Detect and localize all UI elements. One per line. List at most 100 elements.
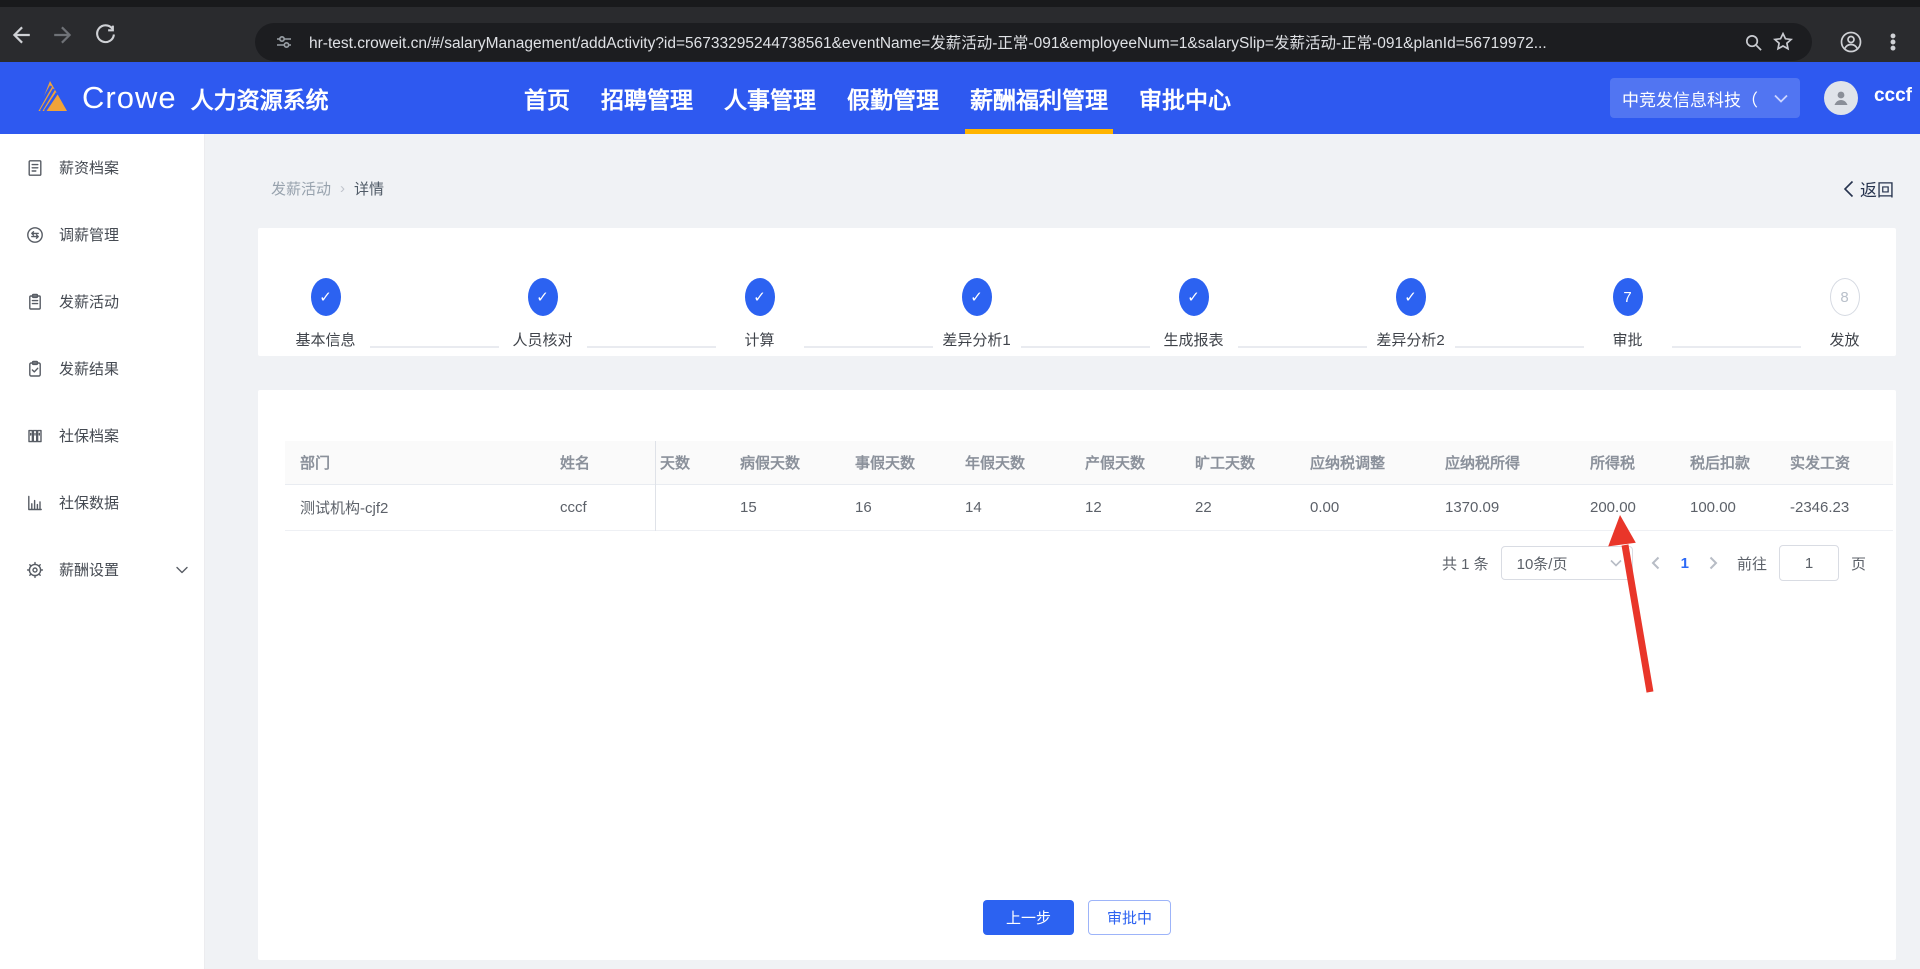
prev-step-button[interactable]: 上一步 bbox=[982, 900, 1074, 935]
back-button[interactable]: 返回 bbox=[1843, 176, 1894, 201]
url-text[interactable]: hr-test.croweit.cn/#/salaryManagement/ad… bbox=[309, 31, 1728, 53]
cell-maternity-leave-days: 12 bbox=[1070, 485, 1180, 531]
fixed-column-shadow bbox=[655, 441, 656, 531]
sidebar-item-salary-settings[interactable]: 薪酬设置 bbox=[0, 536, 204, 603]
bookmark-star-icon[interactable] bbox=[1768, 27, 1798, 57]
browser-chrome: hr-test.croweit.cn/#/salaryManagement/ad… bbox=[0, 0, 1920, 62]
cell-department: 测试机构-cjf2 bbox=[285, 485, 545, 531]
zoom-icon[interactable] bbox=[1738, 27, 1768, 57]
cell-net-salary: -2346.23 bbox=[1775, 485, 1893, 531]
step-check-icon: ✓ bbox=[527, 278, 558, 316]
step-basic-info[interactable]: ✓ 基本信息 bbox=[258, 278, 499, 350]
sidebar-item-label: 发薪活动 bbox=[59, 294, 120, 311]
nav-salary-benefits[interactable]: 薪酬福利管理 bbox=[965, 62, 1113, 134]
crowe-logo-icon bbox=[28, 79, 70, 118]
app-header: Crowe 人力资源系统 首页 招聘管理 人事管理 假勤管理 薪酬福利管理 审批… bbox=[0, 62, 1920, 134]
screen: hr-test.croweit.cn/#/salaryManagement/ad… bbox=[0, 0, 1920, 969]
page-size-select[interactable]: 10条/页 bbox=[1500, 546, 1633, 580]
salary-adjust-icon bbox=[27, 226, 43, 243]
tab-strip bbox=[0, 0, 1920, 7]
step-check-icon: ✓ bbox=[744, 278, 775, 316]
browser-back-icon[interactable] bbox=[0, 14, 42, 56]
main-nav: 首页 招聘管理 人事管理 假勤管理 薪酬福利管理 审批中心 bbox=[524, 62, 1231, 134]
next-page-icon[interactable] bbox=[1703, 552, 1725, 574]
table-header-cell: 税后扣款 bbox=[1675, 441, 1775, 485]
username: cccf bbox=[1873, 85, 1912, 106]
footer-actions: 上一步 审批中 bbox=[258, 900, 1896, 935]
sidebar-item-salary-archive[interactable]: 薪资档案 bbox=[0, 134, 204, 201]
app-logo: Crowe 人力资源系统 bbox=[28, 62, 329, 134]
sidebar-item-payroll-activity[interactable]: 发薪活动 bbox=[0, 268, 204, 335]
nav-approval-center[interactable]: 审批中心 bbox=[1139, 62, 1231, 134]
stepper-card: ✓ 基本信息 ✓ 人员核对 ✓ 计算 ✓ 差异分析1 ✓ 生成报表 ✓ 差异分析… bbox=[258, 228, 1896, 356]
table-card: 部门 姓名 天数 病假天数 事假天数 年假天数 产假天数 旷工天数 应纳税调整 … bbox=[258, 390, 1896, 960]
chevron-down-icon bbox=[176, 566, 188, 573]
cell-name: cccf bbox=[545, 485, 645, 531]
step-check-icon: ✓ bbox=[1178, 278, 1209, 316]
cell-days bbox=[645, 485, 725, 531]
goto-page-input[interactable] bbox=[1778, 545, 1839, 581]
browser-controls bbox=[1830, 23, 1914, 61]
table-row: 测试机构-cjf2 cccf 15 16 14 12 22 0.00 1370.… bbox=[285, 485, 1893, 531]
browser-menu-icon[interactable] bbox=[1872, 21, 1914, 63]
address-bar[interactable]: hr-test.croweit.cn/#/salaryManagement/ad… bbox=[255, 23, 1812, 61]
table-header-cell: 年假天数 bbox=[950, 441, 1070, 485]
back-label: 返回 bbox=[1860, 181, 1894, 200]
step-diff-analysis-1[interactable]: ✓ 差异分析1 bbox=[868, 278, 1150, 350]
browser-forward-icon[interactable] bbox=[42, 14, 84, 56]
payroll-activity-icon bbox=[29, 293, 41, 310]
sidebar-item-payroll-result[interactable]: 发薪结果 bbox=[0, 335, 204, 402]
company-name: 中竞发信息科技（ bbox=[1622, 90, 1758, 110]
cell-taxable-adjustment: 0.00 bbox=[1295, 485, 1430, 531]
table-header-cell: 应纳税所得 bbox=[1430, 441, 1575, 485]
sidebar-item-label: 薪酬设置 bbox=[59, 562, 120, 579]
step-number: 7 bbox=[1612, 278, 1643, 316]
table-header-cell: 天数 bbox=[645, 441, 725, 485]
table-header-row: 部门 姓名 天数 病假天数 事假天数 年假天数 产假天数 旷工天数 应纳税调整 … bbox=[285, 441, 1893, 485]
social-security-archive-icon bbox=[28, 429, 42, 442]
nav-attendance[interactable]: 假勤管理 bbox=[847, 62, 939, 134]
step-number: 8 bbox=[1829, 278, 1860, 316]
company-select[interactable]: 中竞发信息科技（ bbox=[1610, 78, 1800, 118]
sidebar: 薪资档案 调薪管理 发薪活动 发薪结果 社保档案 社保数据 薪酬设置 bbox=[0, 134, 205, 969]
main-content: 发薪活动 › 详情 返回 ✓ 基本信息 ✓ 人员核对 ✓ 计算 ✓ 差异分析1 … bbox=[205, 134, 1920, 969]
prev-page-icon[interactable] bbox=[1645, 552, 1667, 574]
page-number[interactable]: 1 bbox=[1679, 555, 1691, 572]
browser-toolbar: hr-test.croweit.cn/#/salaryManagement/ad… bbox=[0, 7, 1920, 62]
stepper: ✓ 基本信息 ✓ 人员核对 ✓ 计算 ✓ 差异分析1 ✓ 生成报表 ✓ 差异分析… bbox=[258, 228, 1896, 350]
cell-annual-leave-days: 14 bbox=[950, 485, 1070, 531]
table-header-cell: 旷工天数 bbox=[1180, 441, 1295, 485]
breadcrumb-parent[interactable]: 发薪活动 bbox=[271, 178, 331, 199]
nav-personnel[interactable]: 人事管理 bbox=[724, 62, 816, 134]
salary-archive-icon bbox=[28, 159, 42, 176]
step-personnel-check[interactable]: ✓ 人员核对 bbox=[434, 278, 716, 350]
sidebar-item-social-security-archive[interactable]: 社保档案 bbox=[0, 402, 204, 469]
sidebar-item-social-security-data[interactable]: 社保数据 bbox=[0, 469, 204, 536]
gear-icon bbox=[26, 561, 44, 578]
nav-recruitment[interactable]: 招聘管理 bbox=[601, 62, 693, 134]
sidebar-item-label: 调薪管理 bbox=[59, 227, 120, 244]
step-distribute[interactable]: 8 发放 bbox=[1736, 278, 1896, 350]
app-title: 人力资源系统 bbox=[190, 87, 329, 113]
page-unit: 页 bbox=[1850, 555, 1866, 573]
goto-label: 前往 bbox=[1736, 555, 1767, 573]
person-icon bbox=[1834, 91, 1848, 105]
step-check-icon: ✓ bbox=[961, 278, 992, 316]
step-calculate[interactable]: ✓ 计算 bbox=[651, 278, 933, 350]
approval-status-button[interactable]: 审批中 bbox=[1088, 900, 1172, 935]
sidebar-item-salary-adjust[interactable]: 调薪管理 bbox=[0, 201, 204, 268]
cell-taxable-income: 1370.09 bbox=[1430, 485, 1575, 531]
step-approval[interactable]: 7 审批 bbox=[1519, 278, 1801, 350]
step-diff-analysis-2[interactable]: ✓ 差异分析2 bbox=[1302, 278, 1584, 350]
step-generate-report[interactable]: ✓ 生成报表 bbox=[1085, 278, 1367, 350]
table-header-cell: 产假天数 bbox=[1070, 441, 1180, 485]
browser-profile-icon[interactable] bbox=[1830, 21, 1872, 63]
pagination: 共 1 条 10条/页 1 前往 页 bbox=[1442, 545, 1866, 581]
site-settings-icon[interactable] bbox=[269, 27, 299, 57]
nav-home[interactable]: 首页 bbox=[524, 62, 570, 134]
browser-reload-icon[interactable] bbox=[84, 14, 126, 56]
chevron-left-icon bbox=[1843, 180, 1854, 197]
step-check-icon: ✓ bbox=[1395, 278, 1426, 316]
step-check-icon: ✓ bbox=[310, 278, 341, 316]
user-avatar[interactable] bbox=[1824, 81, 1858, 115]
